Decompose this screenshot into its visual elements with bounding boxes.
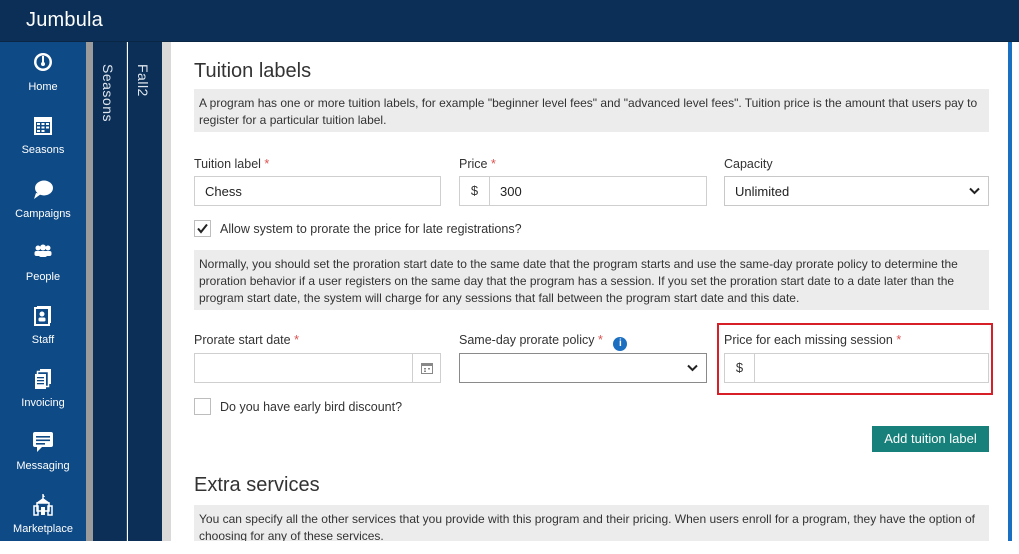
- early-bird-checkbox-label: Do you have early bird discount?: [220, 400, 403, 414]
- breadcrumb-label: Seasons: [100, 64, 116, 122]
- sidebar-item-messaging[interactable]: Messaging: [0, 431, 86, 491]
- breadcrumb-seasons[interactable]: Seasons: [93, 42, 127, 541]
- price-input[interactable]: $ 300: [459, 176, 707, 206]
- info-icon[interactable]: i: [613, 337, 628, 351]
- scroll-track: [1008, 42, 1012, 541]
- currency-prefix: $: [460, 177, 490, 205]
- invoice-icon: [35, 369, 51, 389]
- prorate-checkbox-label: Allow system to prorate the price for la…: [220, 222, 522, 236]
- top-bar: Jumbula: [0, 0, 1019, 42]
- sidebar-item-label: Marketplace: [13, 523, 73, 535]
- highlight-box: [717, 323, 993, 395]
- right-scrollbar[interactable]: [1006, 42, 1019, 541]
- sidebar-item-label: Messaging: [16, 460, 70, 472]
- early-bird-checkbox[interactable]: [194, 398, 211, 415]
- sidebar-item-label: Staff: [31, 334, 55, 346]
- sidebar-item-label: Campaigns: [15, 208, 71, 220]
- staff-id-icon: [34, 306, 51, 326]
- checkmark-icon: [197, 223, 208, 234]
- date-picker-button[interactable]: [412, 354, 440, 382]
- sidebar-item-home[interactable]: Home: [0, 52, 86, 112]
- capacity-caption: Capacity: [724, 157, 773, 171]
- same-day-policy-select[interactable]: [459, 353, 707, 383]
- calendar-icon: [34, 117, 52, 135]
- capacity-select[interactable]: Unlimited: [724, 176, 989, 206]
- chat-bubble-icon: [34, 180, 53, 199]
- sidebar-item-people[interactable]: People: [0, 242, 86, 302]
- calendar-icon: [421, 363, 433, 374]
- message-icon: [33, 432, 53, 452]
- sidebar: Home Seasons Campaigns People Staff Invo…: [0, 42, 86, 541]
- prorate-start-caption: Prorate start date *: [194, 333, 299, 347]
- sidebar-item-campaigns[interactable]: Campaigns: [0, 179, 86, 239]
- tuition-description: A program has one or more tuition labels…: [194, 89, 989, 132]
- tuition-label-caption: Tuition label *: [194, 157, 270, 171]
- sidebar-item-invoicing[interactable]: Invoicing: [0, 368, 86, 428]
- breadcrumb-fall2[interactable]: Fall2: [128, 42, 162, 541]
- sidebar-item-seasons[interactable]: Seasons: [0, 115, 86, 175]
- brand-logo[interactable]: Jumbula: [26, 9, 103, 32]
- sidebar-scrollbar[interactable]: [86, 42, 93, 541]
- sidebar-item-label: People: [25, 271, 61, 283]
- tuition-labels-title: Tuition labels: [194, 60, 312, 82]
- sidebar-item-label: Invoicing: [21, 397, 65, 409]
- same-day-policy-caption: Same-day prorate policy * i: [459, 333, 628, 351]
- prorate-checkbox[interactable]: [194, 220, 211, 237]
- prorate-start-date-input[interactable]: [194, 353, 441, 383]
- breadcrumb-label: Fall2: [135, 64, 151, 97]
- chevron-down-icon: [687, 364, 698, 372]
- main-content: Tuition labels A program has one or more…: [171, 42, 1006, 541]
- extra-services-description: You can specify all the other services t…: [194, 505, 989, 541]
- prorate-note: Normally, you should set the proration s…: [194, 250, 989, 310]
- sidebar-item-marketplace[interactable]: Marketplace: [0, 494, 86, 554]
- sidebar-item-staff[interactable]: Staff: [0, 305, 86, 365]
- extra-services-title: Extra services: [194, 474, 320, 496]
- panel-divider: [162, 42, 171, 541]
- tuition-label-input[interactable]: Chess: [194, 176, 441, 206]
- chevron-down-icon: [969, 187, 980, 195]
- gauge-icon: [34, 53, 52, 71]
- sidebar-item-label: Seasons: [21, 144, 65, 156]
- people-icon: [34, 244, 52, 257]
- price-caption: Price *: [459, 157, 496, 171]
- marketplace-icon: [33, 494, 53, 516]
- add-tuition-label-button[interactable]: Add tuition label: [872, 426, 989, 452]
- sidebar-item-label: Home: [28, 81, 58, 93]
